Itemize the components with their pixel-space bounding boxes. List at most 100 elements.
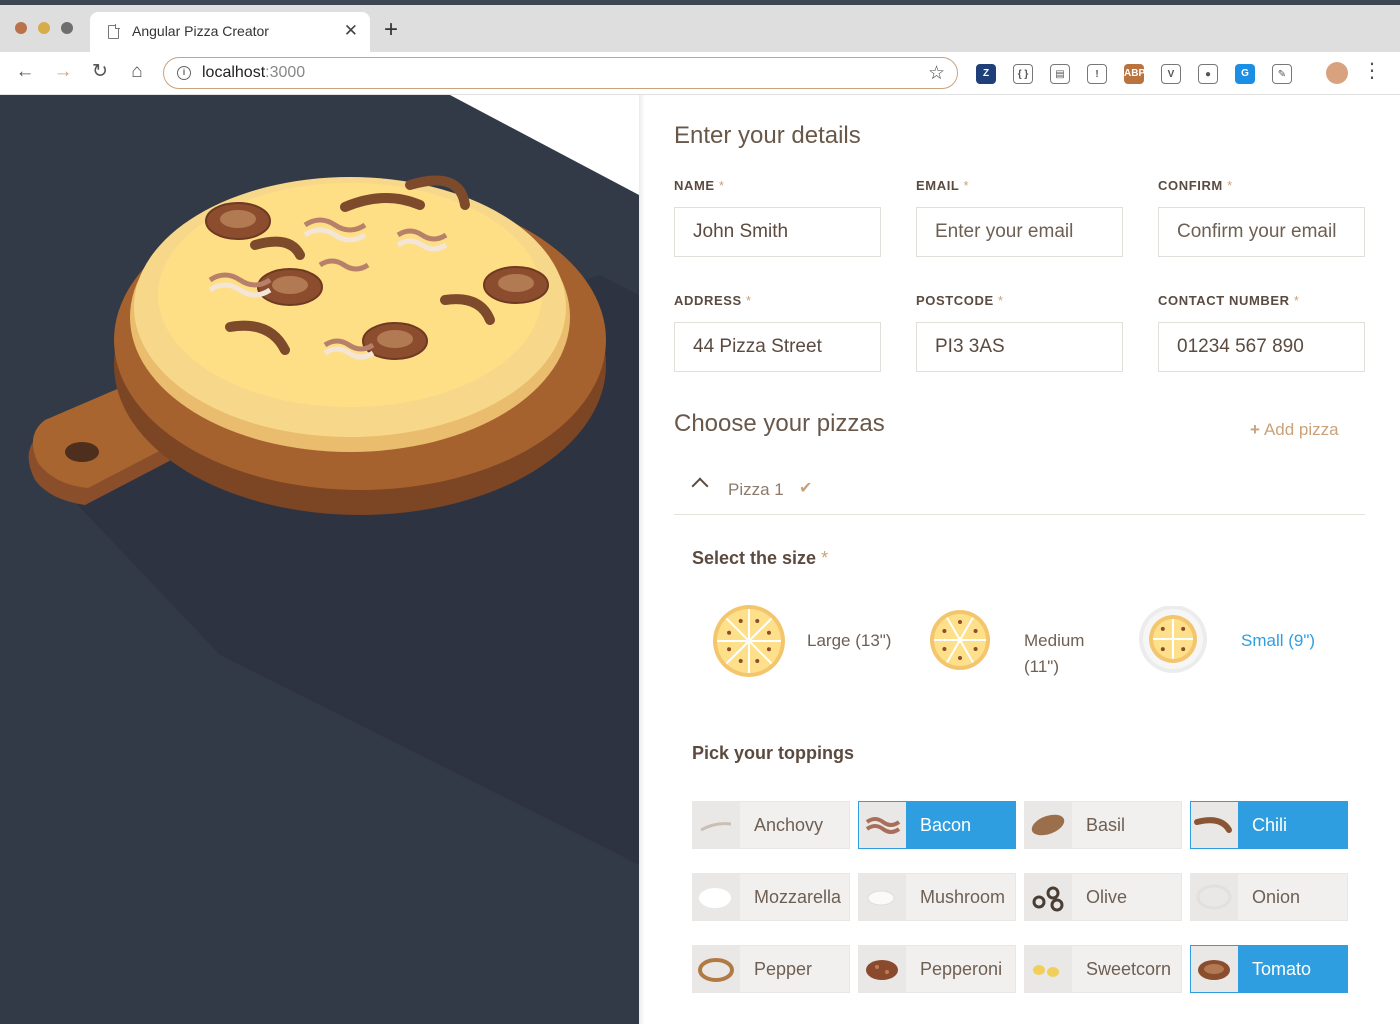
topping-label: Anchovy [754, 815, 824, 835]
email-label: EMAIL * [916, 178, 969, 193]
home-icon[interactable]: ⌂ [124, 59, 150, 85]
contact-number-label: CONTACT NUMBER * [1158, 293, 1300, 308]
zotero-icon[interactable]: Z [976, 64, 996, 84]
page-icon [108, 24, 120, 39]
pizza-size-icon[interactable] [712, 604, 792, 684]
checkmark-icon: ✔ [799, 480, 813, 497]
onepassword-icon[interactable]: ! [1087, 64, 1107, 84]
contact-number-field[interactable] [1158, 322, 1365, 372]
topping-basil[interactable]: Basil [1024, 801, 1182, 849]
size-title-text: Select the size [692, 548, 817, 568]
topping-label: Tomato [1238, 946, 1347, 992]
profile-avatar[interactable] [1326, 62, 1348, 84]
email-label-text: EMAIL [916, 178, 960, 193]
name-label-text: NAME [674, 178, 715, 193]
size-label[interactable]: Large (13") [807, 628, 907, 654]
new-tab-button[interactable]: + [384, 18, 398, 42]
address-field[interactable] [674, 322, 881, 372]
address-label-text: ADDRESS [674, 293, 742, 308]
contact-number-label-text: CONTACT NUMBER [1158, 293, 1290, 308]
topping-mushroom[interactable]: Mushroom [858, 873, 1016, 921]
topping-label: Onion [1252, 887, 1301, 907]
confirm-field[interactable] [1158, 207, 1365, 257]
pizzas-title: Choose your pizzas [674, 410, 885, 437]
adblock-plus-icon[interactable]: ABP [1124, 64, 1145, 84]
postcode-label: POSTCODE * [916, 293, 1004, 308]
topping-onion[interactable]: Onion [1190, 873, 1348, 921]
name-label: NAME * [674, 178, 725, 193]
url-port: :3000 [265, 64, 306, 81]
bookmark-star-icon[interactable]: ☆ [928, 62, 945, 85]
toppings-title: Pick your toppings [692, 743, 855, 763]
topping-label: Bacon [906, 802, 1015, 848]
topping-pepperoni[interactable]: Pepperoni [858, 945, 1016, 993]
postcode-label-text: POSTCODE [916, 293, 994, 308]
clipper-icon[interactable]: ▤ [1050, 64, 1070, 84]
feather-icon[interactable]: ✎ [1272, 64, 1292, 84]
pizza-size-icon[interactable] [1136, 606, 1216, 686]
required-marker: * [1293, 293, 1300, 308]
size-label[interactable]: Small (9") [1241, 628, 1341, 654]
close-window-button[interactable] [15, 22, 27, 34]
topping-olive[interactable]: Olive [1024, 873, 1182, 921]
topping-label: Pepperoni [920, 959, 1003, 979]
json-viewer-icon[interactable]: { } [1013, 64, 1033, 84]
size-label[interactable]: Medium (11") [1024, 628, 1104, 680]
name-field[interactable] [674, 207, 881, 257]
email-field[interactable] [916, 207, 1123, 257]
topping-anchovy[interactable]: Anchovy [692, 801, 850, 849]
topping-label: Mozzarella [754, 887, 842, 907]
pepperoni-icon [859, 946, 906, 992]
required-marker: * [997, 293, 1004, 308]
url-host: localhost [202, 64, 266, 81]
pizza-name: Pizza 1 [728, 480, 784, 499]
onion-icon [1191, 874, 1238, 920]
add-pizza-button[interactable]: + Add pizza [1250, 420, 1339, 440]
topping-label: Chili [1238, 802, 1347, 848]
back-arrow-icon[interactable]: ← [12, 59, 38, 85]
bacon-icon [859, 802, 906, 848]
topping-pepper[interactable]: Pepper [692, 945, 850, 993]
topping-label: Basil [1086, 815, 1126, 835]
plus-icon: + [1250, 420, 1260, 439]
add-pizza-label: Add pizza [1263, 420, 1339, 439]
topping-label: Olive [1086, 887, 1128, 907]
topping-mozzarella[interactable]: Mozzarella [692, 873, 850, 921]
panel-divider [639, 95, 645, 1024]
browser-menu-icon[interactable]: ⋮ [1362, 61, 1382, 81]
topping-sweetcorn[interactable]: Sweetcorn [1024, 945, 1182, 993]
reload-icon[interactable]: ↻ [87, 59, 113, 85]
required-marker: * [1227, 178, 1233, 193]
topping-chili[interactable]: Chili [1190, 801, 1348, 849]
anchovy-icon [693, 802, 740, 848]
required-marker: * [821, 548, 829, 568]
octotree-icon[interactable]: ● [1198, 64, 1218, 84]
site-info-icon[interactable]: i [177, 66, 191, 80]
chevron-up-icon[interactable] [691, 477, 709, 495]
topping-label: Pepper [754, 959, 813, 979]
grammarly-icon[interactable]: G [1235, 64, 1255, 84]
required-marker: * [745, 293, 752, 308]
tab-title: Angular Pizza Creator [132, 23, 269, 39]
basil-icon [1025, 802, 1072, 848]
url-text: localhost:3000 [202, 64, 305, 82]
address-bar[interactable]: i localhost:3000 ☆ [163, 57, 958, 89]
pizza-accordion-header[interactable]: Pizza 1 ✔ [674, 468, 1365, 515]
zoom-window-button[interactable] [61, 22, 73, 34]
topping-bacon[interactable]: Bacon [858, 801, 1016, 849]
forward-arrow-icon[interactable]: → [50, 59, 76, 85]
mushroom-icon [859, 874, 906, 920]
details-title: Enter your details [674, 122, 861, 149]
minimize-window-button[interactable] [38, 22, 50, 34]
postcode-field[interactable] [916, 322, 1123, 372]
pepper-icon [693, 946, 740, 992]
tab-close-icon[interactable]: ✕ [344, 21, 358, 41]
topping-tomato[interactable]: Tomato [1190, 945, 1348, 993]
topping-label: Mushroom [920, 887, 1006, 907]
required-marker: * [718, 178, 725, 193]
address-label: ADDRESS * [674, 293, 752, 308]
pizza-preview-panel [0, 95, 639, 1024]
pizza-size-icon[interactable] [929, 609, 1009, 689]
browser-tab[interactable]: Angular Pizza Creator ✕ [90, 12, 370, 52]
vue-devtools-icon[interactable]: V [1161, 64, 1181, 84]
